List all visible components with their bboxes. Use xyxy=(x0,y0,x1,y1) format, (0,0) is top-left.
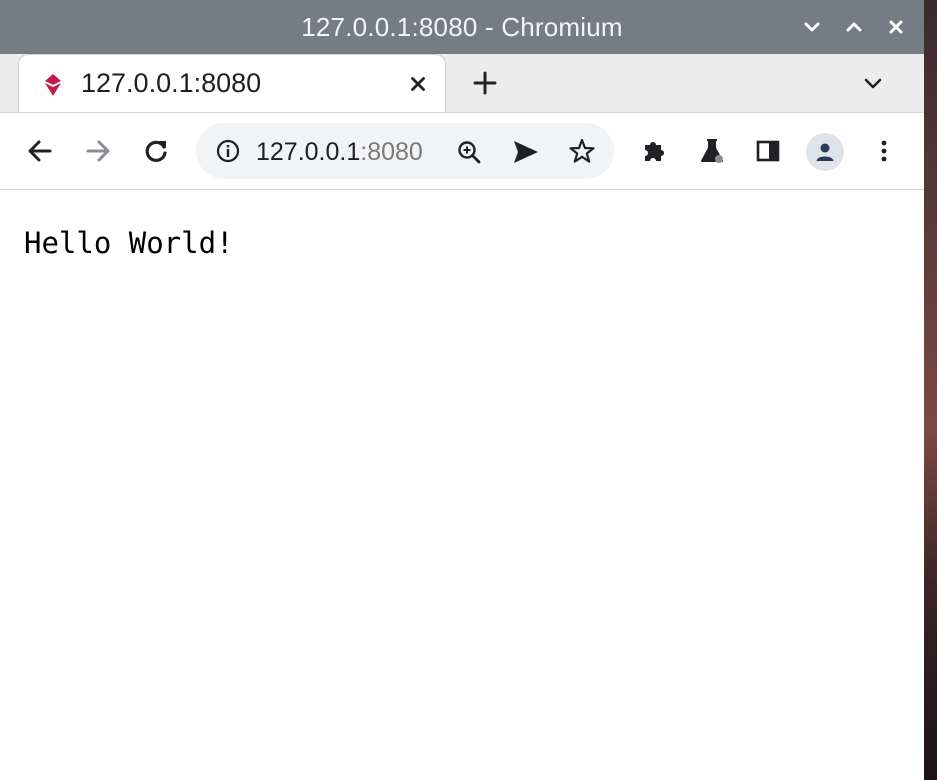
url-host: 127.0.0.1 xyxy=(256,138,361,166)
chevron-down-icon xyxy=(804,22,820,32)
close-icon xyxy=(889,20,903,34)
puzzle-piece-icon xyxy=(645,142,664,161)
forward-button[interactable] xyxy=(80,133,116,169)
tab-title: 127.0.0.1:8080 xyxy=(81,68,262,98)
raspberry-favicon-icon xyxy=(39,71,67,99)
back-button[interactable] xyxy=(22,133,58,169)
tab-active[interactable]: 127.0.0.1:8080 xyxy=(18,54,446,114)
page-content: Hello World! xyxy=(0,190,924,780)
maximize-button[interactable] xyxy=(840,13,868,41)
tab-search-button[interactable] xyxy=(858,68,888,98)
site-info-icon[interactable] xyxy=(216,139,240,163)
side-panel-icon xyxy=(756,140,780,162)
zoom-icon[interactable] xyxy=(456,139,482,165)
address-bar[interactable]: 127.0.0.1:8080 xyxy=(196,123,614,179)
extensions-button[interactable] xyxy=(636,133,672,169)
arrow-left-icon xyxy=(28,140,52,162)
window-title: 127.0.0.1:8080 - Chromium xyxy=(301,12,623,42)
side-panel-button[interactable] xyxy=(750,133,786,169)
new-tab-button[interactable] xyxy=(470,68,500,98)
browser-window: 127.0.0.1:8080 - Chromium 127.0.0.1:8080… xyxy=(0,0,924,780)
star-icon[interactable] xyxy=(568,137,596,165)
url-port: :8080 xyxy=(360,138,423,166)
more-vertical-icon xyxy=(881,140,887,162)
reload-icon xyxy=(145,140,167,162)
reload-button[interactable] xyxy=(138,133,174,169)
profile-avatar-button[interactable] xyxy=(806,133,844,171)
url-text[interactable]: 127.0.0.1:8080 xyxy=(256,138,423,167)
title-bar: 127.0.0.1:8080 - Chromium xyxy=(0,0,924,54)
chevron-up-icon xyxy=(846,22,862,32)
tab-close-button[interactable] xyxy=(405,71,431,97)
send-icon[interactable] xyxy=(512,139,540,165)
close-icon xyxy=(411,77,425,91)
close-window-button[interactable] xyxy=(882,13,910,41)
chevron-down-icon xyxy=(864,78,882,89)
page-body-text: Hello World! xyxy=(24,226,234,260)
desktop-background xyxy=(924,0,937,780)
browser-menu-button[interactable] xyxy=(866,133,902,169)
flask-icon xyxy=(701,139,723,163)
navigation-toolbar: 127.0.0.1:8080 xyxy=(0,112,924,190)
plus-icon xyxy=(473,71,497,95)
minimize-button[interactable] xyxy=(798,13,826,41)
person-icon xyxy=(816,143,834,161)
tab-strip: 127.0.0.1:8080 xyxy=(0,54,924,114)
arrow-right-icon xyxy=(86,140,110,162)
labs-button[interactable] xyxy=(694,133,730,169)
